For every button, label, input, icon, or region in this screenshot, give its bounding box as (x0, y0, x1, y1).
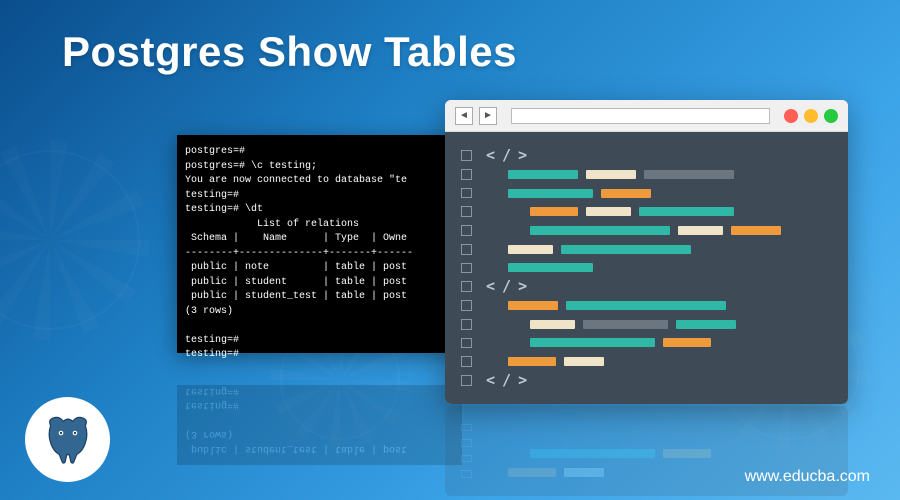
code-bar (508, 301, 558, 310)
code-bar (561, 245, 691, 254)
code-bar (663, 338, 711, 347)
editor-titlebar: ◄ ► (445, 100, 848, 132)
code-bar (639, 207, 734, 216)
minimize-icon[interactable] (804, 109, 818, 123)
code-bar (508, 170, 578, 179)
line-marker (461, 281, 472, 292)
code-bar (678, 226, 723, 235)
line-marker (461, 375, 472, 386)
page-title: Postgres Show Tables (62, 28, 517, 76)
code-bar (583, 320, 668, 329)
code-bar (508, 263, 593, 272)
code-bar (564, 357, 604, 366)
line-gutter (461, 150, 472, 386)
line-marker (461, 169, 472, 180)
postgresql-logo (25, 397, 110, 482)
code-bar (530, 207, 578, 216)
code-bar (530, 338, 655, 347)
line-marker (461, 188, 472, 199)
code-bar (508, 357, 556, 366)
line-marker (461, 338, 472, 349)
line-marker (461, 319, 472, 330)
elephant-icon (39, 411, 97, 469)
code-bar (586, 207, 631, 216)
line-marker (461, 300, 472, 311)
line-marker (461, 150, 472, 161)
terminal-reflection: public | student_test | table | post (3 … (177, 385, 462, 465)
nav-forward-button[interactable]: ► (479, 107, 497, 125)
code-content: < / > < / > < / > (486, 150, 832, 386)
maximize-icon[interactable] (824, 109, 838, 123)
line-marker (461, 225, 472, 236)
line-marker (461, 263, 472, 274)
code-bar (508, 245, 553, 254)
bg-gear-decoration (0, 150, 140, 330)
code-bar (566, 301, 726, 310)
code-tag-icon: < / > (486, 150, 526, 161)
code-bar (731, 226, 781, 235)
code-bar (644, 170, 734, 179)
terminal-window: postgres=# postgres=# \c testing; You ar… (177, 135, 462, 353)
line-marker (461, 206, 472, 217)
code-tag-icon: < / > (486, 281, 526, 292)
close-icon[interactable] (784, 109, 798, 123)
code-editor-window: ◄ ► < / > (445, 100, 848, 404)
line-marker (461, 356, 472, 367)
code-bar (586, 170, 636, 179)
code-tag-icon: < / > (486, 375, 526, 386)
code-bar (676, 320, 736, 329)
code-bar (508, 189, 593, 198)
code-bar (530, 320, 575, 329)
line-marker (461, 244, 472, 255)
code-bar (601, 189, 651, 198)
url-bar[interactable] (511, 108, 770, 124)
site-url: www.educba.com (745, 468, 870, 486)
code-bar (530, 226, 670, 235)
nav-back-button[interactable]: ◄ (455, 107, 473, 125)
editor-body: < / > < / > < / > (445, 132, 848, 404)
